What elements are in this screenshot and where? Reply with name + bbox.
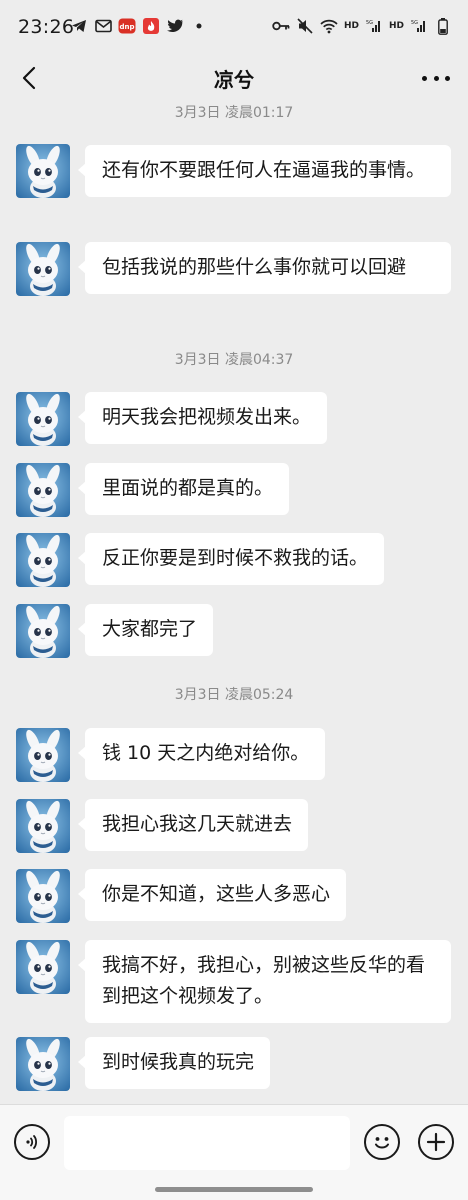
chat-title: 凉兮 — [214, 68, 254, 92]
message-bubble[interactable]: 里面说的都是真的。 — [77, 463, 290, 515]
message-bubble[interactable]: 明天我会把视频发出来。 — [77, 392, 328, 444]
home-indicator[interactable] — [155, 1187, 313, 1192]
avatar[interactable] — [16, 869, 70, 923]
mute-icon — [296, 18, 314, 34]
avatar[interactable] — [16, 144, 70, 198]
avatar[interactable] — [16, 392, 70, 446]
message-bubble[interactable]: 反正你要是到时候不救我的话。 — [77, 533, 385, 585]
chat-area[interactable]: 3月3日 凌晨01:17 还有你不要跟任何人在逼逼我的事情。 包括我说的那些什么… — [0, 100, 468, 1100]
message-bubble[interactable]: 你是不知道，这些人多恶心 — [77, 869, 347, 921]
dot-icon — [190, 18, 208, 34]
avatar[interactable] — [16, 242, 70, 296]
wifi-icon — [320, 18, 338, 34]
emoji-icon[interactable] — [364, 1124, 400, 1160]
telegram-icon — [70, 18, 88, 34]
status-left-icons: dnp — [70, 18, 208, 34]
svg-text:dnp: dnp — [119, 23, 134, 31]
avatar[interactable] — [16, 728, 70, 782]
plus-icon[interactable] — [418, 1124, 454, 1160]
timestamp: 3月3日 凌晨04:37 — [174, 352, 294, 368]
avatar[interactable] — [16, 533, 70, 587]
status-time: 23:26 — [18, 16, 75, 38]
message-bubble[interactable]: 钱 10 天之内绝对给你。 — [77, 728, 326, 780]
message-bubble[interactable]: 还有你不要跟任何人在逼逼我的事情。 — [78, 145, 451, 197]
input-bar — [0, 1104, 468, 1200]
message-bubble[interactable]: 到时候我真的玩完 — [77, 1037, 271, 1089]
more-dots-icon[interactable] — [422, 68, 450, 88]
message-input[interactable] — [64, 1116, 350, 1170]
nav-bar: 凉兮 — [0, 56, 468, 100]
message-bubble[interactable]: 我担心我这几天就进去 — [77, 799, 309, 851]
flame-icon — [142, 18, 160, 34]
network-label: HD — [388, 21, 404, 31]
avatar[interactable] — [16, 1037, 70, 1091]
avatar[interactable] — [16, 799, 70, 853]
message-bubble[interactable]: 包括我说的那些什么事你就可以回避 — [78, 242, 451, 294]
message-bubble[interactable]: 我搞不好，我担心，别被这些反华的看到把这个视频发了。 — [78, 940, 451, 1023]
timestamp: 3月3日 凌晨05:24 — [174, 687, 294, 703]
avatar[interactable] — [16, 463, 70, 517]
svg-text:5G: 5G — [411, 20, 418, 26]
status-right-icons: HD 5G HD 5G — [272, 17, 452, 35]
svg-text:5G: 5G — [366, 20, 373, 26]
signal-icon: 5G — [365, 18, 383, 34]
timestamp: 3月3日 凌晨01:17 — [174, 105, 294, 121]
voice-icon[interactable] — [14, 1124, 50, 1160]
mail-icon — [94, 18, 112, 34]
key-icon — [272, 18, 290, 34]
signal-icon: 5G — [410, 18, 428, 34]
avatar[interactable] — [16, 604, 70, 658]
status-bar: 23:26 dnp HD 5G HD 5G — [0, 0, 468, 56]
message-bubble[interactable]: 大家都完了 — [77, 604, 214, 656]
network-label: HD — [343, 21, 359, 31]
battery-icon — [434, 17, 452, 35]
avatar[interactable] — [16, 940, 70, 994]
twitter-icon — [166, 18, 184, 34]
app-badge-icon: dnp — [118, 18, 136, 34]
